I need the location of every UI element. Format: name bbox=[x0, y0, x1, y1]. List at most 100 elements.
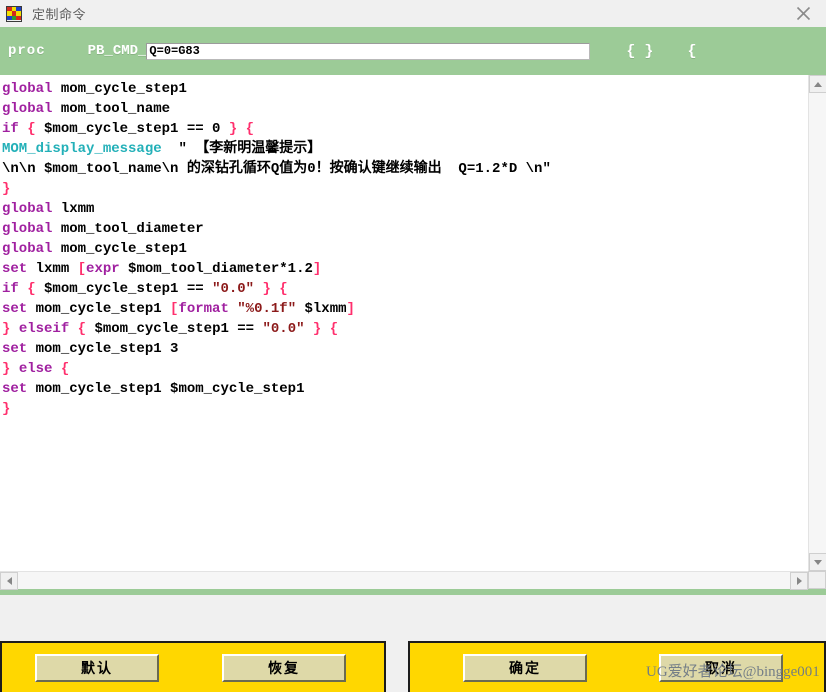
code-token: { bbox=[329, 321, 339, 337]
window-title: 定制命令 bbox=[32, 7, 87, 22]
left-button-panel: 默认 恢复 bbox=[0, 641, 386, 692]
titlebar: 定制命令 bbox=[0, 0, 826, 28]
open-close-brace-label: { } bbox=[626, 42, 654, 60]
code-token: mom_cycle_step1 bbox=[27, 301, 171, 317]
code-token: } bbox=[2, 181, 11, 197]
code-token: "0.0" bbox=[212, 281, 255, 297]
code-token: { bbox=[245, 121, 255, 137]
code-token: { bbox=[279, 281, 288, 297]
code-token: global bbox=[2, 221, 53, 237]
code-line: global mom_cycle_step1 bbox=[2, 239, 808, 259]
code-token: \n\n $mom_tool_name\n 的深钻孔循环Q值为0！按确认键继续输… bbox=[2, 161, 551, 177]
code-token: mom_cycle_step1 $mom_cycle_step1 bbox=[27, 381, 305, 397]
code-token: { bbox=[77, 321, 87, 337]
code-token: } bbox=[262, 281, 271, 297]
code-token: mom_cycle_step1 3 bbox=[27, 341, 179, 357]
code-token: format bbox=[178, 301, 229, 317]
scroll-left-arrow-icon[interactable] bbox=[0, 572, 18, 590]
code-token: $mom_cycle_step1 == 0 bbox=[35, 121, 229, 137]
code-token: ] bbox=[346, 301, 355, 317]
code-token: global bbox=[2, 241, 53, 257]
code-token: global bbox=[2, 81, 53, 97]
code-token: global bbox=[2, 101, 53, 117]
code-token: lxmm bbox=[52, 201, 95, 217]
open-brace-label: { bbox=[687, 42, 697, 60]
code-line: } elseif { $mom_cycle_step1 == "0.0" } { bbox=[2, 319, 808, 339]
code-token: expr bbox=[86, 261, 120, 277]
code-token: set bbox=[2, 261, 28, 277]
code-line: if { $mom_cycle_step1 == "0.0" } { bbox=[2, 279, 808, 299]
code-token: { bbox=[60, 361, 70, 377]
code-line: global mom_tool_diameter bbox=[2, 219, 808, 239]
cancel-button[interactable]: 取消 bbox=[659, 653, 783, 682]
code-token: set bbox=[2, 301, 28, 317]
code-token: if bbox=[2, 281, 19, 297]
code-line: } bbox=[2, 399, 808, 419]
code-token: set bbox=[2, 381, 28, 397]
code-token: mom_tool_diameter bbox=[52, 221, 204, 237]
code-token: else bbox=[18, 361, 53, 377]
code-token: } bbox=[228, 121, 238, 137]
code-line: \n\n $mom_tool_name\n 的深钻孔循环Q值为0！按确认键继续输… bbox=[2, 159, 808, 179]
code-token: if bbox=[2, 121, 19, 137]
vertical-scrollbar[interactable] bbox=[808, 75, 826, 571]
editor-region: global mom_cycle_step1 global mom_tool_na… bbox=[0, 75, 826, 595]
code-line: set mom_cycle_step1 $mom_cycle_step1 bbox=[2, 379, 808, 399]
code-line: set mom_cycle_step1 [format "%0.1f" $lxm… bbox=[2, 299, 808, 319]
code-token: "0.0" bbox=[262, 321, 305, 337]
code-line: } bbox=[2, 179, 808, 199]
code-editor[interactable]: global mom_cycle_step1 global mom_tool_na… bbox=[0, 75, 808, 571]
horizontal-scrollbar[interactable] bbox=[0, 571, 808, 590]
proc-name-input[interactable] bbox=[146, 42, 591, 60]
app-grid-icon bbox=[6, 5, 22, 22]
right-button-panel: 确定 取消 bbox=[408, 641, 826, 692]
code-token: ] bbox=[312, 261, 322, 277]
scroll-right-arrow-icon[interactable] bbox=[790, 572, 808, 590]
code-token: lxmm bbox=[27, 261, 78, 277]
code-token: $mom_cycle_step1 == bbox=[35, 281, 213, 297]
ok-button[interactable]: 确定 bbox=[463, 653, 587, 682]
code-line: global mom_tool_name bbox=[2, 99, 808, 119]
scrollbar-corner bbox=[808, 571, 826, 589]
custom-command-dialog: 定制命令 proc PB_CMD_ { } { global mom_cycle… bbox=[0, 0, 826, 692]
restore-button[interactable]: 恢复 bbox=[222, 653, 346, 682]
code-token: mom_cycle_step1 bbox=[52, 81, 187, 97]
code-token: elseif bbox=[18, 321, 70, 337]
proc-keyword-label: proc bbox=[8, 43, 46, 59]
code-token: " 【李新明温馨提示】 bbox=[161, 141, 322, 157]
scroll-down-arrow-icon[interactable] bbox=[809, 553, 826, 571]
code-token: "%0.1f" bbox=[237, 301, 297, 317]
code-line: set mom_cycle_step1 3 bbox=[2, 339, 808, 359]
scroll-up-arrow-icon[interactable] bbox=[809, 75, 826, 93]
code-line: MOM_display_message " 【李新明温馨提示】 bbox=[2, 139, 808, 159]
code-token: MOM_display_message bbox=[2, 141, 162, 157]
code-token: { bbox=[27, 121, 36, 137]
close-icon[interactable] bbox=[780, 0, 826, 27]
code-token: mom_cycle_step1 bbox=[52, 241, 187, 257]
code-token: { bbox=[27, 281, 36, 297]
code-line: if { $mom_cycle_step1 == 0 } { bbox=[2, 119, 808, 139]
proc-prefix-label: PB_CMD_ bbox=[87, 43, 147, 59]
code-token: [ bbox=[77, 261, 87, 277]
code-token: global bbox=[2, 201, 53, 217]
code-token: $mom_tool_diameter*1.2 bbox=[119, 261, 313, 277]
code-line: global mom_cycle_step1 bbox=[2, 79, 808, 99]
proc-toolbar: proc PB_CMD_ { } { bbox=[0, 27, 826, 75]
default-button[interactable]: 默认 bbox=[35, 653, 159, 682]
code-token: $mom_cycle_step1 == bbox=[86, 321, 263, 337]
code-token: mom_tool_name bbox=[52, 101, 171, 117]
code-token: } bbox=[2, 401, 11, 417]
code-token: $lxmm bbox=[296, 301, 347, 317]
code-token: set bbox=[2, 341, 28, 357]
code-line: set lxmm [expr $mom_tool_diameter*1.2] bbox=[2, 259, 808, 279]
code-line: } else { bbox=[2, 359, 808, 379]
